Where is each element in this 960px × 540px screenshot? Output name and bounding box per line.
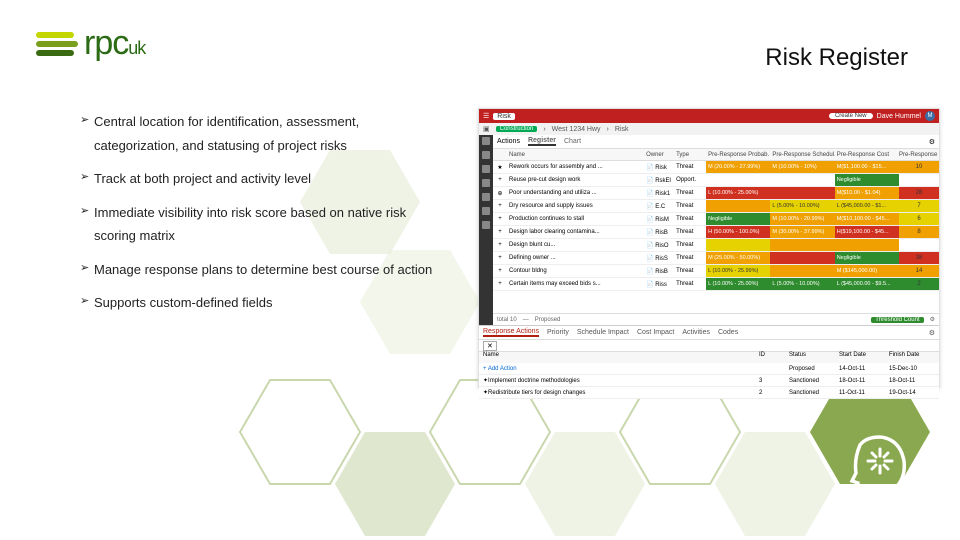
tab-cost-impact[interactable]: Cost Impact: [637, 329, 674, 336]
rail-icon[interactable]: [482, 221, 490, 229]
ai-head-icon: [840, 429, 918, 522]
col-sched[interactable]: Pre-Response Schedul.: [770, 149, 834, 160]
actions-menu[interactable]: Actions: [497, 138, 520, 145]
bullet-item: Immediate visibility into risk score bas…: [80, 203, 480, 223]
expand-icon[interactable]: ▣: [483, 125, 490, 133]
col-cost[interactable]: Pre-Response Cost: [835, 149, 899, 160]
col-score[interactable]: Pre-Response Score: [899, 149, 939, 160]
logo-suffix: uk: [128, 38, 145, 58]
rail-icon[interactable]: [482, 193, 490, 201]
app-screenshot: ☰ Risk Create New Dave Hummel M ▣ Constr…: [478, 108, 940, 388]
grid-rows: ★Rework occurs for assembly and ...📄 Ris…: [493, 161, 939, 313]
add-action-row[interactable]: + Add Action Proposed 14-Oct-11 15-Dec-1…: [479, 363, 939, 375]
tab-activities[interactable]: Activities: [682, 329, 710, 336]
bullet-item: Supports custom-defined fields: [80, 293, 480, 313]
breadcrumb-item[interactable]: Risk: [615, 126, 629, 133]
table-row[interactable]: +Design blunt cu...📄 RisOThreat: [493, 239, 939, 252]
rail-icon[interactable]: [482, 179, 490, 187]
table-row[interactable]: +Defining owner ...📄 RisSThreatM (25.00%…: [493, 252, 939, 265]
table-row[interactable]: +Production continues to stall📄 RisMThre…: [493, 213, 939, 226]
detail-row[interactable]: ✦ Redistribute tiers for design changes …: [479, 387, 939, 399]
table-row[interactable]: +Reuse pre-cut design work📄 RskElOpport.…: [493, 174, 939, 187]
table-row[interactable]: +Dry resource and supply issues📄 E.CThre…: [493, 200, 939, 213]
breadcrumb-project[interactable]: Construction: [496, 126, 538, 132]
page-title: Risk Register: [765, 44, 908, 72]
rail-icon[interactable]: [482, 207, 490, 215]
table-row[interactable]: ⊕Poor understanding and utiliza ...📄 Ris…: [493, 187, 939, 200]
user-name[interactable]: Dave Hummel: [877, 113, 921, 120]
gear-icon[interactable]: ⚙: [930, 316, 935, 323]
rail-icon[interactable]: [482, 165, 490, 173]
grid-footer: total 10 — Proposed Threshold Count ⚙: [493, 313, 939, 325]
table-row[interactable]: +Design labor clearing contamina...📄 Ris…: [493, 226, 939, 239]
nav-rail: [479, 135, 493, 325]
create-new-button[interactable]: Create New: [829, 113, 873, 119]
col-name[interactable]: Name: [507, 149, 646, 160]
rail-icon[interactable]: [482, 137, 490, 145]
col-prob[interactable]: Pre-Response Probab.: [706, 149, 770, 160]
threshold-button[interactable]: Threshold Count: [871, 317, 923, 323]
col-owner[interactable]: Owner: [646, 149, 676, 160]
row-count: total 10: [497, 317, 517, 323]
logo-bars-icon: [36, 32, 78, 56]
tab-priority[interactable]: Priority: [547, 329, 569, 336]
bullet-list: Central location for identification, ass…: [80, 112, 480, 327]
detail-row[interactable]: ✦ Implement doctrine methodologies 3 San…: [479, 375, 939, 387]
logo: rpcuk: [36, 24, 145, 63]
detail-tool-icon[interactable]: ✕: [483, 341, 497, 351]
breadcrumb-item[interactable]: West 1234 Hwy: [552, 126, 601, 133]
avatar[interactable]: M: [925, 111, 935, 121]
detail-gear-icon[interactable]: ⚙: [929, 329, 935, 337]
bullet-item: Central location for identification, ass…: [80, 112, 480, 132]
menu-icon[interactable]: ☰: [483, 112, 489, 120]
tab-schedule-impact[interactable]: Schedule Impact: [577, 329, 629, 336]
tab-codes[interactable]: Codes: [718, 329, 738, 336]
tab-chart[interactable]: Chart: [564, 138, 581, 145]
view-tabs: Actions Register Chart ⚙: [493, 135, 939, 149]
table-row[interactable]: +Certain items may exceed bids s...📄 Ris…: [493, 278, 939, 291]
table-row[interactable]: +Contour bldng📄 RisBThreatL (10.00% - 25…: [493, 265, 939, 278]
detail-tabs: Response Actions Priority Schedule Impac…: [479, 326, 939, 340]
app-topbar: ☰ Risk Create New Dave Hummel M: [479, 109, 939, 123]
grid-header: Name Owner Type Pre-Response Probab. Pre…: [493, 149, 939, 161]
bullet-item: Track at both project and activity level: [80, 169, 480, 189]
tab-register[interactable]: Register: [528, 137, 556, 146]
col-type[interactable]: Type: [676, 149, 706, 160]
settings-icon[interactable]: ⚙: [929, 138, 935, 146]
logo-text: rpc: [84, 24, 128, 62]
detail-header: Name ID Status Start Date Finish Date: [479, 352, 939, 363]
bullet-item: Manage response plans to determine best …: [80, 260, 480, 280]
module-chip[interactable]: Risk: [493, 113, 515, 120]
breadcrumb: ▣ Construction › West 1234 Hwy › Risk: [479, 123, 939, 135]
table-row[interactable]: ★Rework occurs for assembly and ...📄 Ris…: [493, 161, 939, 174]
rail-icon[interactable]: [482, 151, 490, 159]
proposed-label: Proposed: [535, 317, 561, 323]
detail-pane: Response Actions Priority Schedule Impac…: [479, 325, 939, 399]
tab-response-actions[interactable]: Response Actions: [483, 328, 539, 337]
